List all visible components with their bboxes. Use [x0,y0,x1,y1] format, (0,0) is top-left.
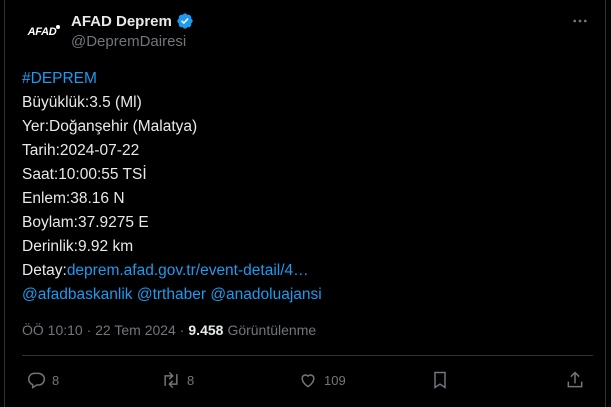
retweet-button[interactable]: 8 [161,370,194,390]
views-label: Görüntülenme [227,322,317,338]
like-icon [301,374,315,388]
timestamp[interactable]: ÖÖ 10:10 · 22 Tem 2024 · [22,322,184,338]
verified-badge-icon[interactable] [176,12,194,30]
latitude-line: Enlem:38.16 N [22,190,125,207]
author-row: AFAD Deprem [71,12,194,30]
magnitude-line: Büyüklük:3.5 (Ml) [22,94,142,111]
share-icon [567,371,583,388]
mention-afadbaskanlik[interactable]: @afadbaskanlik [22,286,133,303]
location-line: Yer:Doğanşehir (Malatya) [22,118,198,135]
like-count: 109 [324,372,346,388]
more-icon[interactable] [571,12,589,30]
reply-button[interactable]: 8 [26,370,59,390]
reply-count: 8 [52,372,60,388]
divider [22,355,593,356]
date-line: Tarih:2024-07-22 [22,142,140,159]
detail-link[interactable]: deprem.afad.gov.tr/event-detail/4… [67,262,309,279]
mentions-line: @afadbaskanlik @trthaber @anadoluajansi [22,283,322,307]
avatar[interactable]: AFAD [20,10,64,54]
like-button[interactable]: 109 [298,370,346,390]
bookmark-icon [434,371,446,389]
longitude-line: Boylam:37.9275 E [22,214,149,231]
avatar-logo-text: AFAD [27,26,57,38]
author-name[interactable]: AFAD Deprem [71,13,172,30]
mention-trthaber[interactable]: @trthaber [137,286,206,303]
time-line: Saat:10:00:55 TSİ [22,166,147,183]
tweet-meta: ÖÖ 10:10 · 22 Tem 2024 · 9.458 Görüntüle… [22,322,316,338]
depth-line: Derinlik:9.92 km [22,238,134,255]
mention-anadoluajansi[interactable]: @anadoluajansi [210,286,321,303]
detail-label: Detay: [22,262,67,279]
author-handle[interactable]: @DepremDairesi [71,33,186,50]
bookmark-button[interactable] [430,370,450,390]
hashtag-link[interactable]: #DEPREM [22,67,322,91]
retweet-count: 8 [187,372,195,388]
share-button[interactable] [565,370,585,390]
views-count: 9.458 [188,322,224,338]
avatar-logo-dot [56,25,60,29]
reply-icon [28,372,46,389]
tweet-text: #DEPREM Büyüklük:3.5 (Ml) Yer:Doğanşehir… [22,67,322,307]
detail-line: Detay:deprem.afad.gov.tr/event-detail/4… [22,259,322,283]
retweet-icon [164,371,178,389]
